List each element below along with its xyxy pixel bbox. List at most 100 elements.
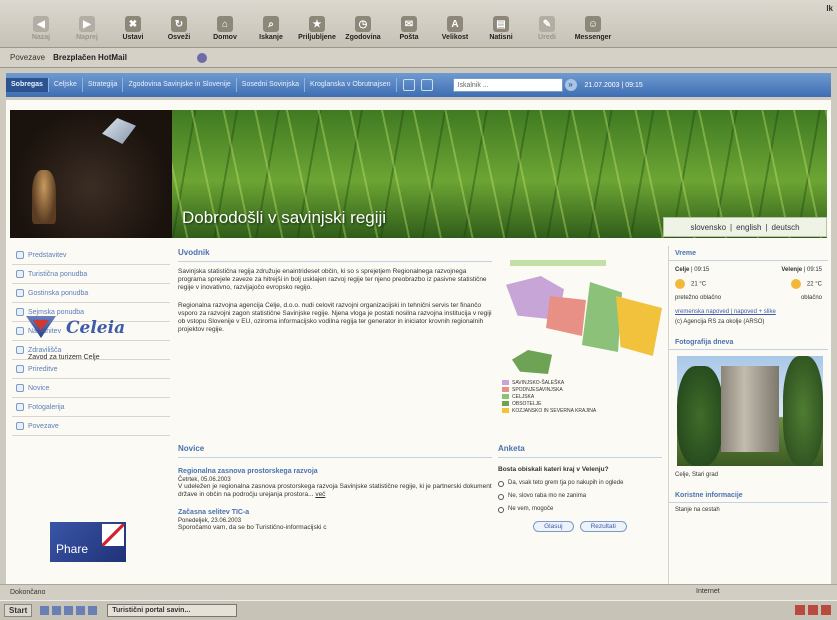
menu-item-icon [16, 384, 24, 392]
quick-launch-icon[interactable] [40, 606, 50, 615]
menu-item-icon [16, 251, 24, 259]
map-legend: SAVINJSKO-ŠALEŠKA SPODNJESAVINJSKA CELJSKA… [502, 380, 596, 415]
weather-temp-1: 21 °C [691, 281, 707, 288]
quick-launch-icon[interactable] [88, 606, 98, 615]
home-icon: ⌂ [217, 16, 233, 32]
site-nav-item[interactable]: Sosedni Sovinjska [237, 78, 305, 92]
banner-photo [10, 110, 172, 238]
legend-swatch [502, 380, 509, 386]
left-menu-item[interactable]: Predstavitev [12, 246, 170, 265]
tray-icon[interactable] [795, 605, 805, 615]
news-more-link[interactable]: več [315, 491, 325, 498]
weather-links[interactable]: vremenska napoved | napoved + slike [669, 309, 828, 315]
radio-button[interactable] [498, 507, 504, 513]
toolbar-button-font-size[interactable]: A Velikost [432, 16, 478, 41]
toolbar-button-print[interactable]: ▤ Natisni [478, 16, 524, 41]
legend-label: KOZJANSKO IN SEVERNA KRAJINA [512, 408, 597, 414]
results-button[interactable]: Rezultati [579, 521, 627, 532]
site-search-input[interactable]: Iskalnik ... [452, 78, 563, 92]
toolbar-button-back[interactable]: ◀ Nazaj [18, 16, 64, 41]
toolbar-button-mail[interactable]: ✉ Pošta [386, 16, 432, 41]
vote-button[interactable]: Glasuj [533, 521, 574, 532]
language-switcher: slovensko | english | deutsch [663, 217, 827, 237]
left-menu-item[interactable]: Povezave [12, 417, 170, 436]
celeia-name: Celeia [66, 318, 126, 338]
toolbar-button-messenger[interactable]: ☺ Messenger [570, 16, 616, 41]
left-menu-item[interactable]: Turistična ponudba [12, 265, 170, 284]
uvodnik-section: Uvodnik Savinjska statistična regija zdr… [178, 248, 492, 434]
start-button[interactable]: Start [4, 604, 33, 617]
print-icon: ▤ [493, 16, 509, 32]
site-nav-item[interactable]: Celjske [49, 78, 83, 92]
toolbar-button-favorites[interactable]: ★ Priljubljene [294, 16, 340, 41]
uvodnik-paragraph-1: Savinjska statistična regija združuje en… [178, 268, 487, 291]
phare-logo[interactable]: Phare [50, 522, 126, 562]
toolbar-button-refresh[interactable]: ↻ Osveži [156, 16, 202, 41]
useful-text[interactable]: Stanje na cestah [669, 507, 828, 513]
poll-option-label: Ne, slovo raba mo ne zanima [508, 493, 587, 499]
site-nav-item[interactable]: Strategija [83, 78, 124, 92]
lang-deutsch[interactable]: deutsch [772, 223, 800, 232]
lang-english[interactable]: english [736, 223, 761, 232]
quick-launch-icon[interactable] [76, 606, 86, 615]
poll-option-3[interactable]: Ne vem, mogoče [498, 506, 662, 513]
menu-item-icon [16, 422, 24, 430]
weather-time-2: 09:15 [806, 267, 822, 273]
left-menu-item[interactable]: Novice [12, 379, 170, 398]
left-menu-label: Predstavitev [28, 251, 67, 259]
celeia-logo[interactable]: Celeia Zavod za turizem Celje [20, 312, 150, 372]
toolbar-button-search[interactable]: ⌕ Iskanje [248, 16, 294, 41]
weather-temp-2: 22 °C [806, 281, 822, 288]
search-go-icon[interactable]: » [564, 79, 577, 91]
right-column: Vreme Celje | 09:15 Velenje | 09:15 21 °… [668, 246, 828, 584]
site-nav-item[interactable]: Zgodovina Savinjske in Slovenije [123, 78, 237, 92]
photo-tree-right [783, 356, 823, 466]
mail-icon[interactable] [402, 79, 415, 91]
taskbar-task-button[interactable]: Turistični portal savin... [107, 604, 238, 617]
news-title-1[interactable]: Regionalna zasnova prostorskega razvoja [178, 468, 492, 475]
poll-option-1[interactable]: Da, vsak teto grem tja po nakupih in ogl… [498, 480, 662, 487]
stop-icon: ✖ [125, 16, 141, 32]
weather-city-2: Velenje [781, 267, 803, 273]
news-text-1-body: V udeležen je regionalna zasnova prostor… [178, 483, 492, 498]
map-title-bar [510, 260, 606, 266]
quick-launch-icon[interactable] [64, 606, 74, 615]
menu-item-icon [16, 270, 24, 278]
toolbar-button-label: Ustavi [122, 34, 144, 41]
lang-slovensko[interactable]: slovensko [690, 223, 726, 232]
tray-icon[interactable] [808, 605, 818, 615]
weather-city-row: Celje | 09:15 Velenje | 09:15 [675, 267, 822, 273]
site-nav-items: Sobregas Celjske Strategija Zgodovina Savin… [6, 78, 397, 92]
radio-button[interactable] [498, 481, 504, 487]
welcome-heading: Dobrodošli v savinjski regiji [182, 208, 387, 227]
left-menu-item[interactable]: Gostinska ponudba [12, 284, 170, 303]
toolbar-button-home[interactable]: ⌂ Domov [202, 16, 248, 41]
photo-tree-left [677, 366, 723, 466]
hotmail-link[interactable]: Brezplačen HotMail [53, 53, 127, 62]
history-icon: ◷ [355, 16, 371, 32]
poll-option-2[interactable]: Ne, slovo raba mo ne zanima [498, 493, 662, 500]
tray-icon[interactable] [821, 605, 831, 615]
quick-launch-icon[interactable] [52, 606, 62, 615]
sitemap-icon[interactable] [420, 79, 433, 91]
legend-label: SPODNJESAVINJSKA [512, 387, 563, 393]
system-tray [795, 605, 831, 615]
toolbar-button-edit[interactable]: ✎ Uredi [524, 16, 570, 41]
photo-of-the-day[interactable] [677, 356, 823, 466]
menu-item-icon [16, 289, 24, 297]
region-map[interactable]: SAVINJSKO-ŠALEŠKA SPODNJESAVINJSKA CELJSKA… [498, 252, 662, 442]
toolbar-button-stop[interactable]: ✖ Ustavi [110, 16, 156, 41]
toolbar-button-label: Messenger [574, 34, 612, 41]
toolbar-button-forward[interactable]: ▶ Naprej [64, 16, 110, 41]
toolbar-button-history[interactable]: ◷ Zgodovina [340, 16, 386, 41]
phare-label: Phare [56, 542, 89, 556]
legend-swatch [502, 394, 509, 400]
site-nav-item[interactable]: Sobregas [6, 78, 49, 92]
links-go-icon[interactable] [196, 52, 207, 63]
poll-option-label: Ne vem, mogoče [508, 506, 554, 512]
vreme-heading: Vreme [669, 246, 828, 261]
radio-button[interactable] [498, 494, 504, 500]
left-menu-item[interactable]: Fotogalerija [12, 398, 170, 417]
site-nav-item[interactable]: Kroglanska v Obrutnajsen [305, 78, 397, 92]
news-title-2[interactable]: Začasna selitev TIC-a [178, 509, 492, 516]
